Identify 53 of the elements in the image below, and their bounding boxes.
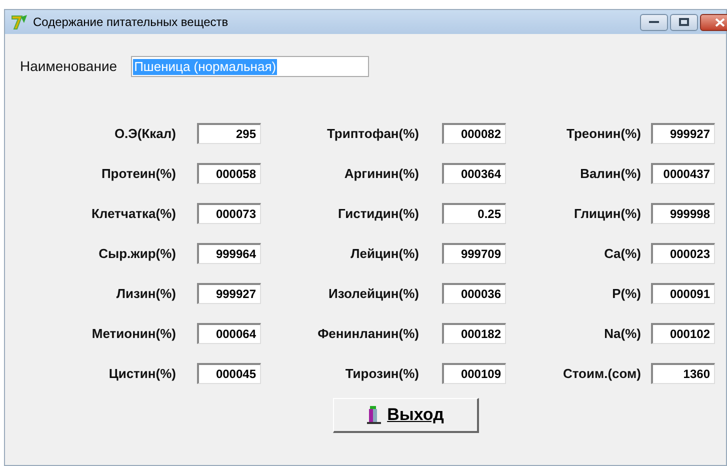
field-label: Лейцин(%): [350, 244, 419, 263]
value-field[interactable]: 999927: [651, 123, 715, 144]
value-field[interactable]: 000036: [442, 283, 506, 304]
field-label: Фенинланин(%): [316, 324, 419, 343]
close-icon: [715, 18, 725, 26]
field-label: Валин(%): [579, 164, 641, 183]
field-label: Тирозин(%): [344, 364, 419, 383]
value-field[interactable]: 1360: [651, 363, 715, 384]
field-label: Триптофан(%): [326, 124, 419, 143]
value-field[interactable]: 999998: [651, 203, 715, 224]
field-label: Цистин(%): [108, 364, 176, 383]
value-field[interactable]: 000058: [197, 163, 261, 184]
value-field[interactable]: 000064: [197, 323, 261, 344]
value-field[interactable]: 295: [197, 123, 261, 144]
value-field[interactable]: 0000437: [651, 163, 715, 184]
field-label: Лизин(%): [115, 284, 176, 303]
minimize-icon: [649, 20, 659, 24]
field-label: Na(%): [603, 324, 641, 343]
value-field[interactable]: 999927: [197, 283, 261, 304]
field-label: Клетчатка(%): [90, 204, 176, 223]
window-title: Содержание питательных веществ: [33, 14, 228, 31]
field-label: Гистидин(%): [337, 204, 419, 223]
field-label: Аргинин(%): [343, 164, 419, 183]
value-field[interactable]: 000082: [442, 123, 506, 144]
maximize-button[interactable]: [670, 14, 698, 30]
value-field[interactable]: 000102: [651, 323, 715, 344]
app-icon: [11, 14, 29, 30]
field-label: Сыр.жир(%): [98, 244, 176, 263]
field-label: Ca(%): [603, 244, 641, 263]
maximize-icon: [679, 18, 689, 26]
minimize-button[interactable]: [640, 14, 668, 30]
value-field[interactable]: 000073: [197, 203, 261, 224]
exit-button[interactable]: Выход: [333, 398, 479, 433]
value-field[interactable]: 000182: [442, 323, 506, 344]
value-field[interactable]: 999709: [442, 243, 506, 264]
value-field[interactable]: 999964: [197, 243, 261, 264]
field-label: О.Э(Ккал): [113, 124, 176, 143]
field-label: P(%): [611, 284, 641, 303]
selected-text: Пшеница (нормальная): [133, 58, 278, 74]
name-label: Наименование: [20, 57, 118, 76]
value-field[interactable]: 0.25: [442, 203, 506, 224]
field-label: Стоим.(сом): [562, 364, 641, 383]
value-field[interactable]: 000045: [197, 363, 261, 384]
field-label: Изолейцин(%): [328, 284, 419, 303]
value-field[interactable]: 000364: [442, 163, 506, 184]
value-field[interactable]: 000023: [651, 243, 715, 264]
field-label: Метионин(%): [90, 324, 176, 343]
door-figure-icon: [367, 406, 382, 424]
field-label: Треонин(%): [566, 124, 641, 143]
value-field[interactable]: 000109: [442, 363, 506, 384]
field-label: Глицин(%): [572, 204, 641, 223]
field-label: Протеин(%): [100, 164, 176, 183]
value-field[interactable]: 000091: [651, 283, 715, 304]
